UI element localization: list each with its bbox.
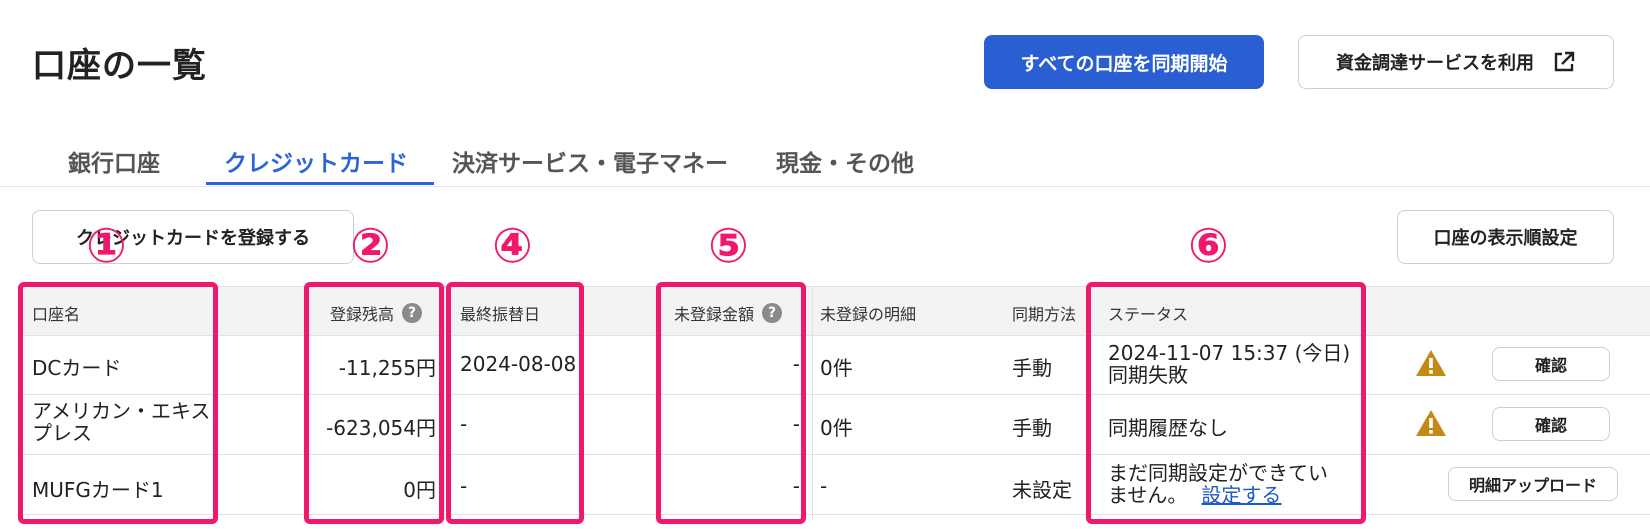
- table-row: アメリカン・エキスプレス -623,054円 - - 0件 手動 同期履歴なし …: [18, 394, 1650, 455]
- table-row: DCカード -11,255円 2024-08-08 - 0件 手動 2024-1…: [18, 334, 1650, 395]
- annotation-badge-5: ⑤: [708, 218, 749, 274]
- unregistered-details: 0件: [820, 356, 853, 380]
- tab-credit-card[interactable]: クレジットカード: [224, 144, 408, 178]
- tab-cash-other[interactable]: 現金・その他: [776, 144, 914, 178]
- sync-method: 手動: [1012, 356, 1052, 380]
- tab-bank[interactable]: 銀行口座: [68, 144, 160, 178]
- register-credit-card-button[interactable]: クレジットカードを登録する: [32, 210, 354, 264]
- external-link-icon: [1554, 51, 1575, 72]
- highlight-box-status: [1086, 282, 1366, 524]
- unregistered-details: 0件: [820, 416, 853, 440]
- highlight-box-account-name: [18, 282, 218, 524]
- accounts-table: 口座名 登録残高 ? 最終振替日 未登録金額 ? 未登録の明細 同期方法 ステー…: [18, 286, 1650, 520]
- accounts-page: 口座の一覧 すべての口座を同期開始 資金調達サービスを利用 銀行口座 クレジット…: [0, 0, 1650, 529]
- highlight-box-unregistered-amount: [656, 282, 806, 524]
- highlight-box-balance: [304, 282, 444, 524]
- funding-service-label: 資金調達サービスを利用: [1336, 53, 1534, 74]
- unregistered-details: -: [820, 474, 828, 498]
- sync-all-button[interactable]: すべての口座を同期開始: [984, 35, 1264, 89]
- warning-icon: [1416, 350, 1446, 376]
- tab-payment-service[interactable]: 決済サービス・電子マネー: [452, 144, 728, 178]
- column-header-unregistered-details: 未登録の明細: [820, 305, 917, 324]
- table-row: MUFGカード1 0円 - - - 未設定 まだ同期設定ができてい ません。 設定…: [18, 454, 1650, 515]
- confirm-button[interactable]: 確認: [1492, 407, 1610, 441]
- confirm-button[interactable]: 確認: [1492, 347, 1610, 381]
- display-order-button[interactable]: 口座の表示順設定: [1397, 210, 1614, 264]
- annotation-badge-4: ④: [492, 218, 533, 274]
- annotation-badge-1: ①: [86, 218, 127, 274]
- column-header-sync-method: 同期方法: [1012, 305, 1077, 324]
- annotation-badge-6: ⑥: [1188, 218, 1229, 274]
- warning-icon: [1416, 410, 1446, 436]
- annotation-badge-2: ②: [350, 218, 391, 274]
- funding-service-button[interactable]: 資金調達サービスを利用: [1298, 35, 1614, 89]
- sync-method: 未設定: [1012, 478, 1072, 502]
- sync-method: 手動: [1012, 416, 1052, 440]
- table-header: 口座名 登録残高 ? 最終振替日 未登録金額 ? 未登録の明細 同期方法 ステー…: [18, 286, 1650, 336]
- highlight-box-last-transfer: [446, 282, 584, 524]
- active-tab-indicator: [206, 182, 434, 185]
- statement-upload-button[interactable]: 明細アップロード: [1448, 467, 1618, 501]
- page-title: 口座の一覧: [32, 46, 207, 86]
- account-type-tabs: 銀行口座 クレジットカード 決済サービス・電子マネー 現金・その他: [0, 134, 1650, 187]
